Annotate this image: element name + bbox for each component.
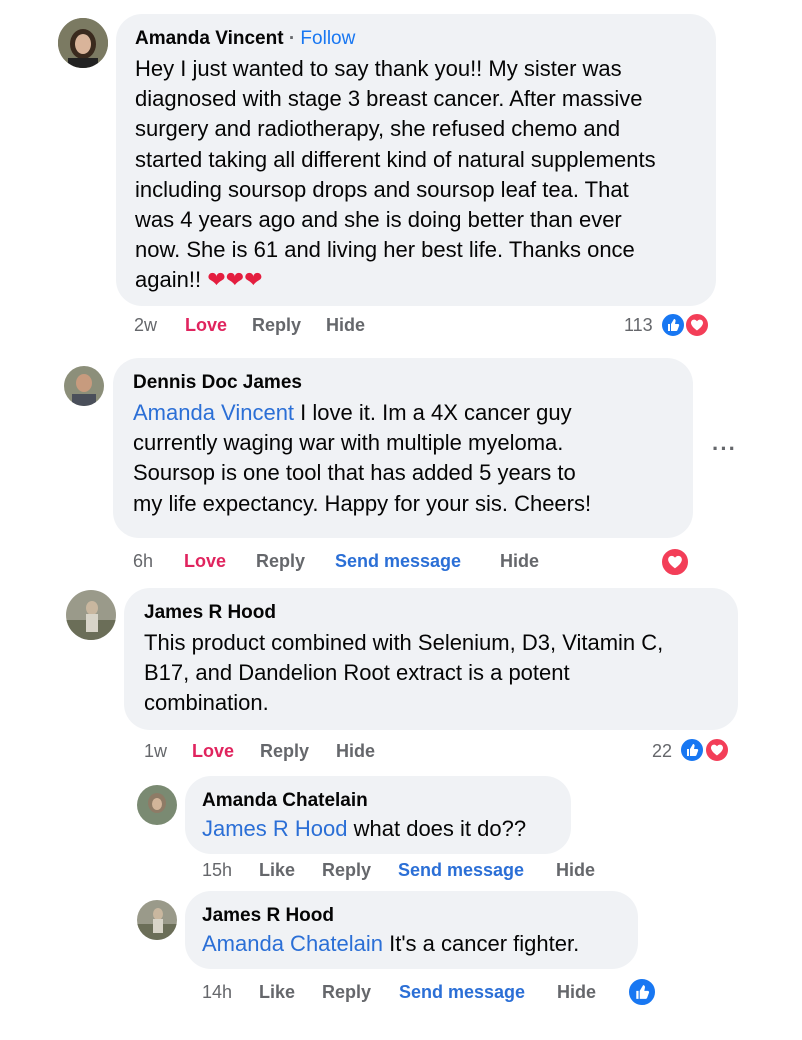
comment-timestamp[interactable]: 2w	[134, 315, 157, 336]
reply-button[interactable]: Reply	[322, 982, 371, 1003]
heart-emoji-icon: ❤	[225, 267, 245, 293]
reply-bubble: Amanda Chatelain James R Hood what does …	[185, 776, 571, 854]
comment-line: currently waging war with multiple myelo…	[133, 430, 564, 456]
love-button[interactable]: Love	[184, 551, 226, 572]
comment-line: again!! ❤❤❤	[135, 265, 656, 295]
comment-bubble: James R Hood This product combined with …	[124, 588, 738, 730]
comment-line: This product combined with Selenium, D3,…	[144, 630, 664, 655]
like-button[interactable]: Like	[259, 860, 295, 881]
love-icon	[684, 312, 710, 338]
hide-button[interactable]: Hide	[557, 982, 596, 1003]
avatar[interactable]	[66, 590, 116, 640]
like-icon[interactable]	[627, 977, 657, 1007]
comment-line: my life expectancy. Happy for your sis. …	[133, 490, 592, 516]
reply-author[interactable]: James R Hood	[202, 905, 334, 927]
reply-timestamp[interactable]: 15h	[202, 860, 232, 881]
hide-button[interactable]: Hide	[556, 860, 595, 881]
love-icon	[704, 737, 730, 763]
love-button[interactable]: Love	[192, 741, 234, 762]
avatar-image	[58, 18, 108, 68]
reply-actions: 14h Like Reply Send message Hide	[202, 982, 602, 1004]
send-message-button[interactable]: Send message	[335, 551, 461, 572]
comment-timestamp[interactable]: 1w	[144, 741, 167, 762]
heart-emoji-icon: ❤	[244, 267, 263, 293]
mention-link[interactable]: James R Hood	[202, 816, 348, 841]
comment-line: including soursop drops and soursop leaf…	[135, 176, 629, 202]
like-button[interactable]: Like	[259, 982, 295, 1003]
comment-author[interactable]: James R Hood	[144, 602, 276, 624]
reply-author[interactable]: Amanda Chatelain	[202, 790, 368, 812]
comment-line-rest: I love it. Im a 4X cancer guy	[294, 400, 572, 425]
heart-emoji-icon: ❤	[207, 267, 226, 293]
comment-author[interactable]: Dennis Doc James	[133, 372, 302, 394]
comment-line: B17, and Dandelion Root extract is a pot…	[144, 660, 570, 686]
reaction-count[interactable]: 22	[652, 741, 672, 762]
comment-author[interactable]: Amanda Vincent	[135, 28, 284, 49]
reaction-count[interactable]: 113	[624, 315, 653, 336]
comment-line: combination.	[144, 690, 269, 716]
comment-line: diagnosed with stage 3 breast cancer. Af…	[135, 86, 643, 112]
reply-text-rest: It's a cancer fighter.	[383, 931, 580, 956]
reply-actions: 15h Like Reply Send message Hide	[202, 860, 602, 882]
like-icon	[660, 312, 686, 338]
comment-line: Hey I just wanted to say thank you!! My …	[135, 56, 622, 81]
comment-line-end: again!!	[135, 267, 202, 293]
comment-timestamp[interactable]: 6h	[133, 551, 153, 572]
reply-bubble: James R Hood Amanda Chatelain It's a can…	[185, 891, 638, 969]
comment-text: Amanda Vincent I love it. Im a 4X cancer…	[133, 398, 591, 519]
reply-text: Amanda Chatelain It's a cancer fighter.	[202, 929, 579, 959]
avatar[interactable]	[137, 785, 177, 825]
mention-link[interactable]: Amanda Chatelain	[202, 931, 383, 956]
comment-actions: 2w Love Reply Hide	[134, 315, 394, 337]
reply-button[interactable]: Reply	[260, 741, 309, 762]
hide-button[interactable]: Hide	[326, 315, 365, 336]
avatar[interactable]	[137, 900, 177, 940]
heart-emojis: ❤❤❤	[207, 267, 262, 292]
avatar-image	[137, 900, 177, 940]
comment-actions: 6h Love Reply Send message Hide	[133, 551, 563, 573]
reply-button[interactable]: Reply	[322, 860, 371, 881]
send-message-button[interactable]: Send message	[398, 860, 524, 881]
love-button[interactable]: Love	[185, 315, 227, 336]
avatar[interactable]	[58, 18, 108, 68]
comment-bubble: Dennis Doc James Amanda Vincent I love i…	[113, 358, 693, 538]
comment-author-line: Amanda Vincent · Follow	[135, 28, 355, 50]
reply-button[interactable]: Reply	[256, 551, 305, 572]
love-icon[interactable]	[660, 547, 690, 577]
comment-text: Hey I just wanted to say thank you!! My …	[135, 54, 656, 296]
mention-link[interactable]: Amanda Vincent	[133, 400, 294, 425]
avatar[interactable]	[64, 366, 104, 406]
comment-line: Amanda Vincent I love it. Im a 4X cancer…	[133, 398, 591, 428]
comment-line: was 4 years ago and she is doing better …	[135, 207, 622, 233]
comment-line: Soursop is one tool that has added 5 yea…	[133, 460, 576, 486]
hide-button[interactable]: Hide	[500, 551, 539, 572]
comment-line: surgery and radiotherapy, she refused ch…	[135, 116, 621, 142]
reply-button[interactable]: Reply	[252, 315, 301, 336]
send-message-button[interactable]: Send message	[399, 982, 525, 1003]
comment-line: started taking all different kind of nat…	[135, 146, 656, 172]
follow-link[interactable]: Follow	[300, 28, 355, 49]
comment-text: This product combined with Selenium, D3,…	[144, 628, 663, 719]
reply-text: James R Hood what does it do??	[202, 814, 526, 844]
comment-bubble: Amanda Vincent · Follow Hey I just wante…	[116, 14, 716, 306]
comment-line: now. She is 61 and living her best life.…	[135, 237, 635, 263]
separator-dot: ·	[288, 28, 296, 49]
comment-actions: 1w Love Reply Hide	[144, 741, 404, 763]
reply-timestamp[interactable]: 14h	[202, 982, 232, 1003]
avatar-image	[137, 785, 177, 825]
avatar-image	[64, 366, 104, 406]
hide-button[interactable]: Hide	[336, 741, 375, 762]
avatar-image	[66, 590, 116, 640]
reply-text-rest: what does it do??	[347, 816, 527, 841]
like-icon	[679, 737, 705, 763]
more-options-icon[interactable]: ···	[712, 436, 737, 462]
